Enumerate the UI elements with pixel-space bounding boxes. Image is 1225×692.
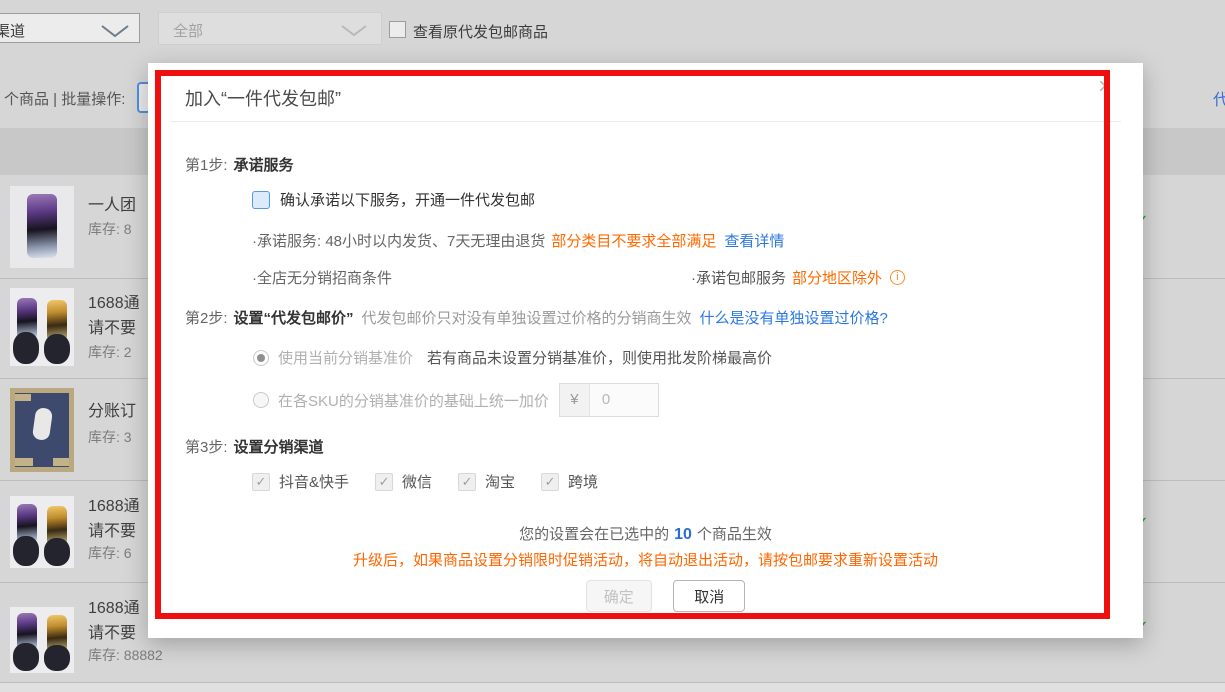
service-terms-text: ·承诺服务: 48小时以内发货、7天无理由退货: [252, 233, 545, 250]
channel-item-wechat: ✓ 微信: [375, 471, 432, 492]
step3-label: 第3步:: [185, 439, 228, 456]
product-image: [10, 388, 74, 472]
step3-heading: 设置分销渠道: [234, 439, 324, 456]
channel-label: 抖音&快手: [279, 471, 349, 492]
confirm-button[interactable]: 确定: [586, 580, 652, 612]
channel-checkbox-group: ✓ 抖音&快手 ✓ 微信 ✓ 淘宝 ✓ 跨境: [252, 471, 598, 492]
product-title: 1688通: [88, 492, 140, 516]
upgrade-warning-text: 升级后，如果商品设置分销限时促销活动，将自动退出活动，请按包邮要求重新设置活动: [148, 549, 1143, 570]
chevron-down-icon: [100, 24, 130, 38]
bottom-strip: [0, 683, 1225, 692]
effect-summary: 您的设置会在已选中的 10 个商品生效: [148, 523, 1143, 544]
product-image: [10, 607, 74, 673]
confirm-service-row: 确认承诺以下服务，开通一件代发包邮: [252, 189, 535, 210]
selected-count: 10: [674, 526, 692, 543]
dialog-title: 加入“一件代发包邮”: [185, 85, 341, 111]
step1-header: 第1步: 承诺服务: [185, 154, 294, 175]
close-icon[interactable]: ×: [1098, 75, 1112, 99]
step2-note: 代发包邮价只对没有单独设置过价格的分销商生效: [362, 310, 692, 327]
view-original-checkbox[interactable]: [389, 21, 406, 38]
info-icon[interactable]: i: [890, 270, 905, 285]
currency-prefix: ¥: [560, 384, 590, 416]
dropship-free-shipping-dialog: × 加入“一件代发包邮” 第1步:承诺服务 确认承诺以下服务，开通一件代发包邮 …: [148, 63, 1143, 638]
product-stock: 库存: 3: [88, 427, 132, 447]
cancel-button[interactable]: 取消: [673, 580, 745, 612]
product-stock: 库存: 88882: [88, 645, 163, 665]
view-details-link[interactable]: 查看详情: [724, 233, 784, 250]
markup-amount-input[interactable]: 0: [590, 384, 658, 416]
product-stock: 库存: 6: [88, 543, 132, 563]
markup-radio[interactable]: [253, 392, 269, 408]
markup-input-group: ¥ 0: [559, 383, 659, 417]
channel-checkbox[interactable]: ✓: [252, 473, 270, 491]
store-condition-text: ·全店无分销招商条件: [252, 267, 392, 288]
step2-header: 第2步: 设置“代发包邮价” 代发包邮价只对没有单独设置过价格的分销商生效什么是没有…: [185, 307, 888, 328]
product-title: 一人团: [88, 191, 136, 215]
channel-item-crossborder: ✓ 跨境: [541, 471, 598, 492]
service-terms-line: ·承诺服务: 48小时以内发货、7天无理由退货部分类目不要求全部满足查看详情: [252, 230, 784, 251]
summary-suffix: 个商品生效: [697, 526, 772, 543]
channel-label: 微信: [402, 471, 432, 492]
product-title-line2: 请不要: [88, 314, 136, 338]
channel-item-taobao: ✓ 淘宝: [458, 471, 515, 492]
chevron-down-icon: [340, 24, 368, 37]
markup-option-row: 在各SKU的分销基准价的基础上统一加价 ¥ 0: [253, 383, 659, 417]
confirm-service-checkbox[interactable]: [252, 191, 270, 209]
dialog-actions: 确定 取消: [168, 580, 1163, 612]
channel-checkbox[interactable]: ✓: [458, 473, 476, 491]
product-stock: 库存: 2: [88, 342, 132, 362]
base-price-desc: 若有商品未设置分销基准价，则使用批发阶梯最高价: [427, 347, 772, 368]
base-price-radio[interactable]: [253, 350, 269, 366]
step2-heading: 设置“代发包邮价”: [234, 310, 354, 327]
partial-blue-link: 代: [1213, 86, 1225, 110]
shipping-promise-line: ·承诺包邮服务部分地区除外 i: [691, 267, 905, 288]
shipping-promise-text: ·承诺包邮服务: [691, 267, 786, 288]
base-price-option-row: 使用当前分销基准价 若有商品未设置分销基准价，则使用批发阶梯最高价: [253, 347, 772, 368]
product-image: [10, 288, 74, 366]
product-stock: 库存: 8: [88, 219, 132, 239]
shipping-promise-highlight: 部分地区除外: [792, 267, 882, 288]
base-price-label: 使用当前分销基准价: [278, 347, 413, 368]
price-help-link[interactable]: 什么是没有单独设置过价格?: [700, 310, 888, 327]
product-title: 1688通: [88, 289, 140, 313]
product-title-line2: 请不要: [88, 619, 136, 643]
view-original-checkbox-label: 查看原代发包邮商品: [413, 21, 548, 42]
divider: [170, 121, 1121, 122]
product-title: 1688通: [88, 594, 140, 618]
filter-dropdown-value: 全部: [173, 20, 203, 41]
summary-prefix: 您的设置会在已选中的: [519, 526, 669, 543]
channel-checkbox[interactable]: ✓: [541, 473, 559, 491]
product-image: [10, 186, 74, 268]
product-image: [10, 496, 74, 568]
channel-checkbox[interactable]: ✓: [375, 473, 393, 491]
channel-item-douyin-kuaishou: ✓ 抖音&快手: [252, 471, 349, 492]
service-terms-highlight: 部分类目不要求全部满足: [551, 233, 716, 250]
step3-header: 第3步: 设置分销渠道: [185, 436, 324, 457]
markup-label: 在各SKU的分销基准价的基础上统一加价: [278, 390, 549, 411]
channel-dropdown-value: 渠道: [0, 20, 25, 41]
channel-label: 淘宝: [485, 471, 515, 492]
product-title-line2: 请不要: [88, 517, 136, 541]
confirm-service-label: 确认承诺以下服务，开通一件代发包邮: [280, 189, 535, 210]
step2-label: 第2步:: [185, 310, 228, 327]
step1-heading: 承诺服务: [234, 157, 294, 174]
channel-label: 跨境: [568, 471, 598, 492]
step1-label: 第1步:: [185, 157, 228, 174]
batch-operation-text: 个商品 | 批量操作:: [4, 88, 125, 109]
product-title: 分账订: [88, 397, 136, 421]
